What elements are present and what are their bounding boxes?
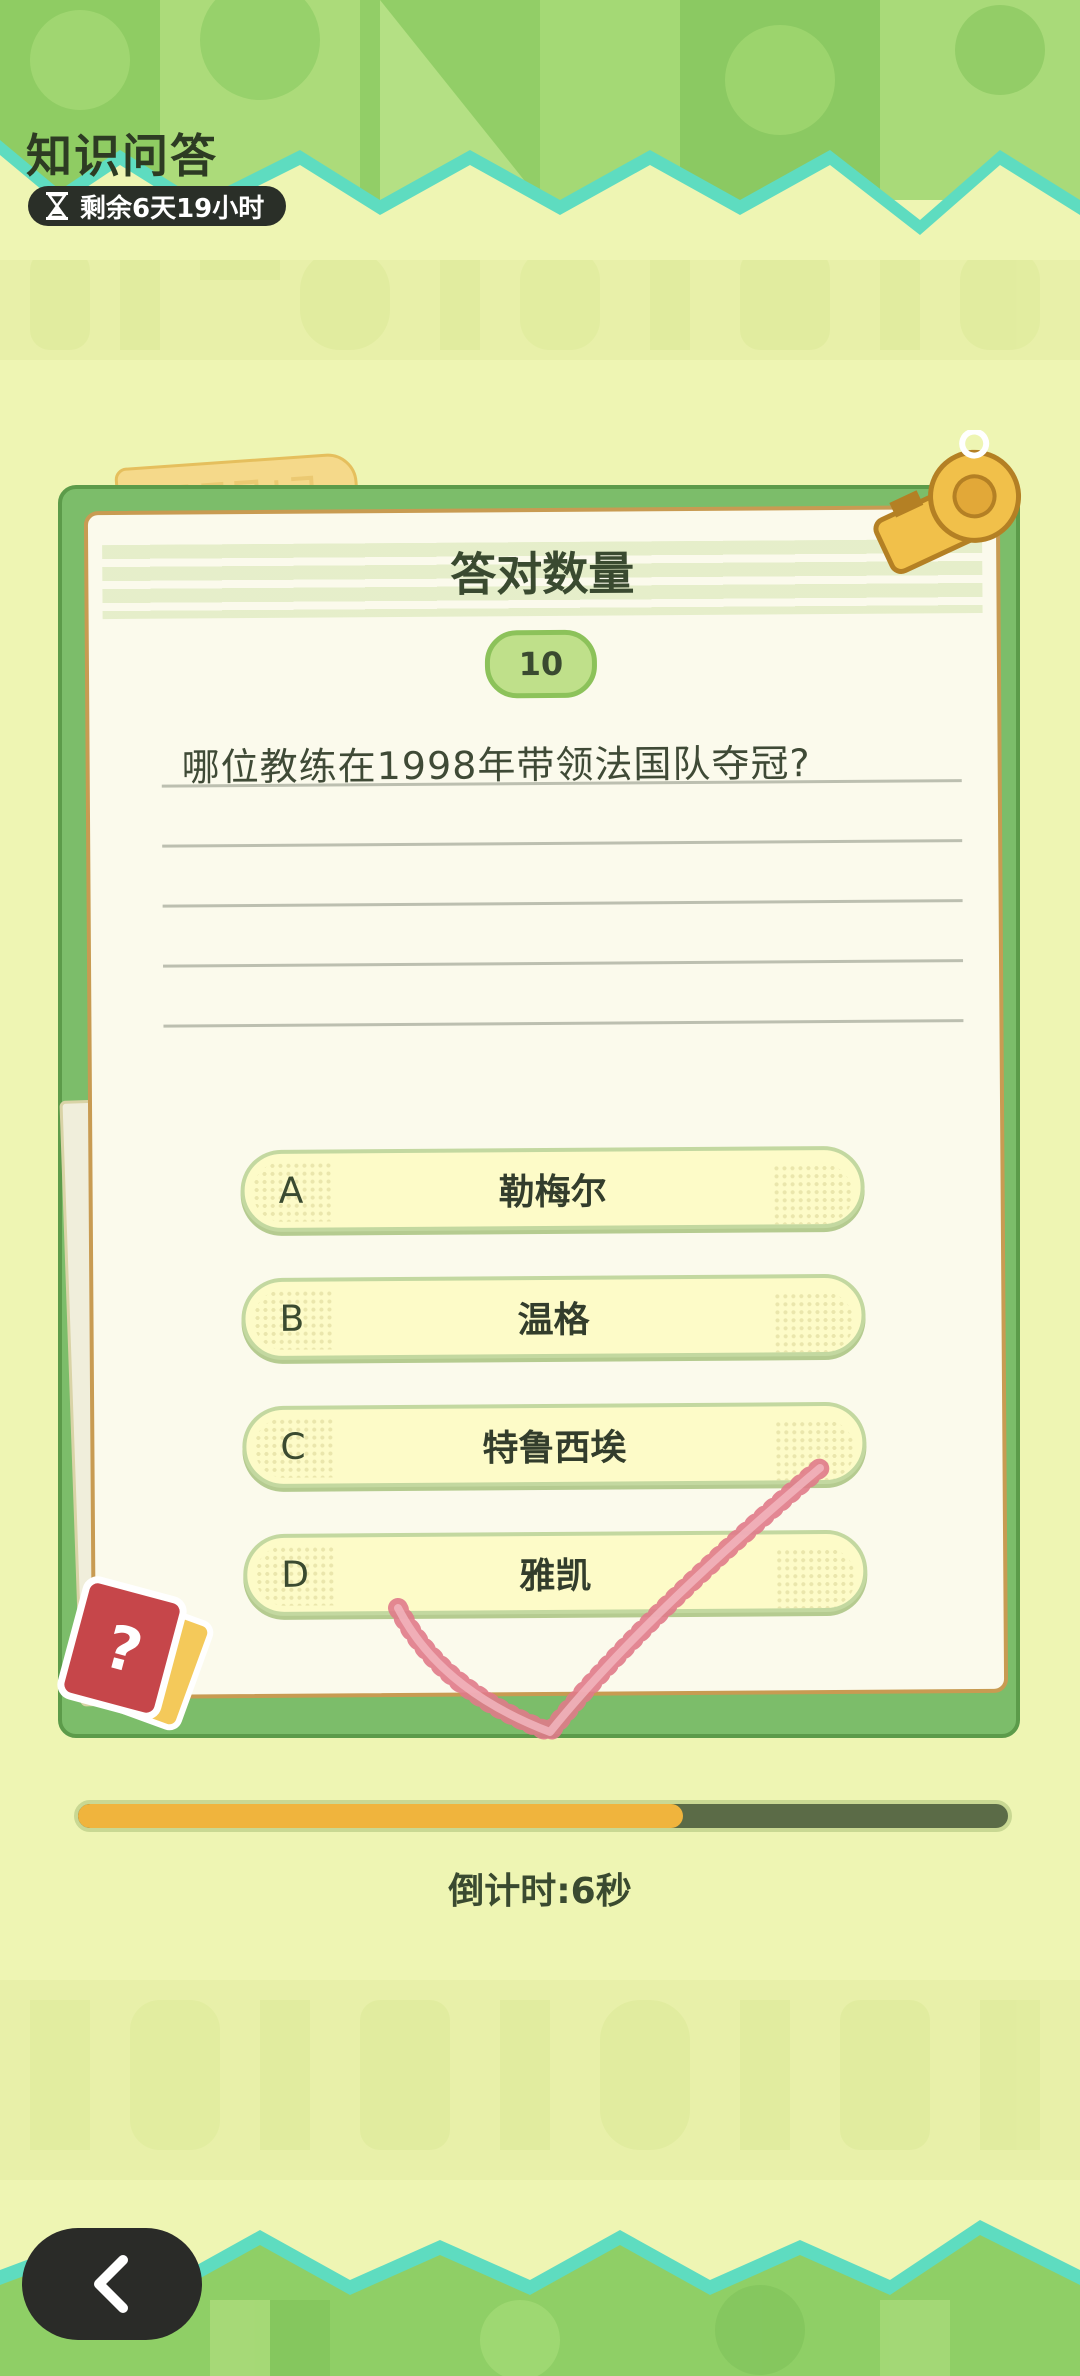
back-arrow-icon [94,2255,128,2313]
ruled-line [162,899,963,908]
countdown-progress-bar [74,1800,1012,1832]
option-letter: D [281,1554,310,1596]
option-b-button[interactable]: B 温格 [241,1273,866,1361]
time-remaining-badge: 剩余6天19小时 [28,186,287,226]
option-letter: C [280,1426,306,1468]
option-text: 温格 [517,1299,590,1342]
option-a-button[interactable]: A 勒梅尔 [240,1145,865,1233]
option-c-button[interactable]: C 特鲁西埃 [242,1401,867,1489]
whistle-icon [873,430,1022,574]
ruled-line [163,959,964,968]
page-title: 知识问答 [26,129,218,183]
score-badge: 10 [484,629,598,699]
option-text: 勒梅尔 [498,1171,607,1214]
ruled-line [162,839,963,848]
option-letter: A [278,1170,304,1212]
answer-options: A 勒梅尔 B 温格 C 特鲁西埃 D 雅凯 [240,1145,868,1662]
time-remaining-text: 剩余6天19小时 [80,193,265,224]
back-button[interactable] [22,2228,202,2340]
ruled-line [163,1019,964,1028]
option-d-button[interactable]: D 雅凯 [243,1529,868,1617]
option-letter: B [279,1298,305,1340]
question-card-icon: ? [57,1576,214,1731]
dot-texture [775,1547,856,1609]
countdown-text: 倒计时:6秒 [448,1871,632,1912]
hourglass-icon [46,192,68,220]
option-text: 雅凯 [519,1555,592,1598]
dot-texture [772,1163,853,1225]
dot-texture [774,1419,855,1481]
dot-texture [773,1291,854,1353]
quiz-card: 答对数量 10 哪位教练在1998年带领法国队夺冠? A 勒梅尔 B 温格 C … [83,504,1009,1700]
option-text: 特鲁西埃 [482,1427,627,1470]
progress-fill [78,1804,683,1828]
